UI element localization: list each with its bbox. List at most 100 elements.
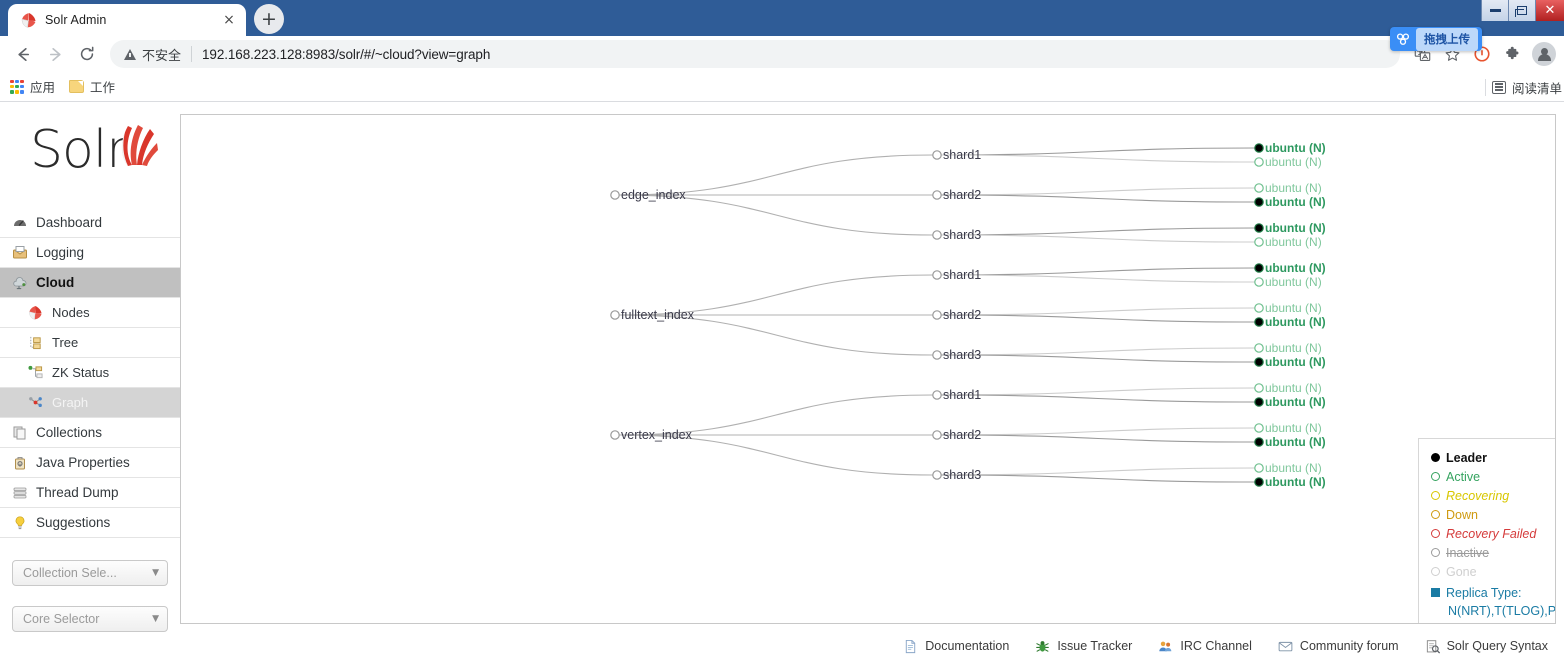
shard-label[interactable]: shard1: [943, 388, 981, 402]
replica-label-leader[interactable]: ubuntu (N): [1265, 435, 1326, 449]
collection-label[interactable]: vertex_index: [621, 428, 692, 442]
replica-node[interactable]: [1254, 157, 1264, 167]
replica-node[interactable]: [1254, 343, 1264, 353]
profile-avatar[interactable]: [1532, 42, 1556, 66]
sidebar-item-dashboard[interactable]: Dashboard: [0, 208, 180, 238]
replica-node-leader[interactable]: [1254, 477, 1264, 487]
replica-label[interactable]: ubuntu (N): [1265, 381, 1322, 395]
shard-label[interactable]: shard2: [943, 428, 981, 442]
replica-label[interactable]: ubuntu (N): [1265, 341, 1322, 355]
leader-dot-icon: [1431, 453, 1440, 462]
replica-node[interactable]: [1254, 303, 1264, 313]
replica-node[interactable]: [1254, 423, 1264, 433]
footer-link-issue-tracker[interactable]: Issue Tracker: [1035, 639, 1132, 654]
address-bar[interactable]: 不安全 192.168.223.128:8983/solr/#/~cloud?v…: [110, 40, 1400, 68]
replica-label[interactable]: ubuntu (N): [1265, 181, 1322, 195]
sidebar-item-logging[interactable]: Logging: [0, 238, 180, 268]
shard-node[interactable]: [932, 430, 942, 440]
sidebar-item-thread-dump[interactable]: Thread Dump: [0, 478, 180, 508]
sidebar-item-cloud[interactable]: Cloud: [0, 268, 180, 298]
shard-node[interactable]: [932, 230, 942, 240]
shard-node[interactable]: [932, 190, 942, 200]
replica-node-leader[interactable]: [1254, 263, 1264, 273]
shard-label[interactable]: shard3: [943, 468, 981, 482]
reload-icon[interactable]: [72, 39, 102, 69]
window-restore-button[interactable]: [1508, 0, 1535, 21]
shard-label[interactable]: shard3: [943, 348, 981, 362]
replica-label-leader[interactable]: ubuntu (N): [1265, 355, 1326, 369]
replica-node[interactable]: [1254, 183, 1264, 193]
forward-icon[interactable]: [40, 39, 70, 69]
bookmark-apps[interactable]: 应用: [10, 77, 55, 96]
replica-label-leader[interactable]: ubuntu (N): [1265, 315, 1326, 329]
shard-node[interactable]: [932, 270, 942, 280]
shard-label[interactable]: shard2: [943, 188, 981, 202]
footer-link-community-forum[interactable]: Community forum: [1278, 639, 1399, 654]
collection-selector[interactable]: Collection Sele... ▼: [12, 560, 168, 586]
replica-label[interactable]: ubuntu (N): [1265, 461, 1322, 475]
sidebar-item-nodes[interactable]: Nodes: [0, 298, 180, 328]
page-content: Solr Dashboard Logging Cloud Nodes Tree …: [0, 102, 1564, 662]
sidebar-item-tree[interactable]: Tree: [0, 328, 180, 358]
sidebar-item-graph[interactable]: Graph: [0, 388, 180, 418]
solr-logo[interactable]: Solr: [0, 110, 180, 202]
shard-node[interactable]: [932, 390, 942, 400]
replica-node-leader[interactable]: [1254, 223, 1264, 233]
replica-node-leader[interactable]: [1254, 143, 1264, 153]
replica-node[interactable]: [1254, 383, 1264, 393]
back-icon[interactable]: [8, 39, 38, 69]
replica-label[interactable]: ubuntu (N): [1265, 275, 1322, 289]
replica-node[interactable]: [1254, 237, 1264, 247]
replica-label[interactable]: ubuntu (N): [1265, 301, 1322, 315]
replica-label-leader[interactable]: ubuntu (N): [1265, 195, 1326, 209]
shard-label[interactable]: shard1: [943, 148, 981, 162]
shard-node[interactable]: [932, 310, 942, 320]
window-minimize-button[interactable]: [1481, 0, 1508, 21]
extensions-puzzle-icon[interactable]: [1498, 40, 1526, 68]
replica-node[interactable]: [1254, 277, 1264, 287]
shard-node[interactable]: [932, 350, 942, 360]
replica-label-leader[interactable]: ubuntu (N): [1265, 221, 1326, 235]
sidebar-item-suggestions[interactable]: Suggestions: [0, 508, 180, 538]
replica-label-leader[interactable]: ubuntu (N): [1265, 261, 1326, 275]
graph-canvas: [610, 143, 1264, 487]
replica-label[interactable]: ubuntu (N): [1265, 421, 1322, 435]
dashboard-icon: [12, 215, 28, 231]
replica-label-leader[interactable]: ubuntu (N): [1265, 475, 1326, 489]
replica-label[interactable]: ubuntu (N): [1265, 235, 1322, 249]
collection-label[interactable]: edge_index: [621, 188, 686, 202]
sidebar-item-collections[interactable]: Collections: [0, 418, 180, 448]
replica-node-leader[interactable]: [1254, 197, 1264, 207]
shard-node[interactable]: [932, 150, 942, 160]
window-close-button[interactable]: ✕: [1535, 0, 1564, 21]
core-selector[interactable]: Core Selector ▼: [12, 606, 168, 632]
replica-node-leader[interactable]: [1254, 397, 1264, 407]
footer-link-solr-query-syntax[interactable]: Solr Query Syntax: [1425, 639, 1548, 654]
replica-node-leader[interactable]: [1254, 317, 1264, 327]
new-tab-button[interactable]: +: [254, 4, 284, 34]
bookmark-work-folder[interactable]: 工作: [69, 77, 115, 96]
collection-node[interactable]: [610, 190, 620, 200]
netdisk-upload-tooltip[interactable]: 拖拽上传: [1390, 27, 1482, 51]
collection-label[interactable]: fulltext_index: [621, 308, 694, 322]
tab-solr-admin[interactable]: Solr Admin ×: [8, 4, 246, 36]
footer-link-irc-channel[interactable]: IRC Channel: [1158, 639, 1252, 654]
shard-label[interactable]: shard3: [943, 228, 981, 242]
collection-node[interactable]: [610, 430, 620, 440]
replica-node-leader[interactable]: [1254, 357, 1264, 367]
replica-node-leader[interactable]: [1254, 437, 1264, 447]
replica-label-leader[interactable]: ubuntu (N): [1265, 141, 1326, 155]
replica-node[interactable]: [1254, 463, 1264, 473]
collection-node[interactable]: [610, 310, 620, 320]
reading-list-entry[interactable]: 阅读清单: [1484, 72, 1564, 102]
sidebar-item-zk-status[interactable]: ZK Status: [0, 358, 180, 388]
replica-label[interactable]: ubuntu (N): [1265, 155, 1322, 169]
shard-node[interactable]: [932, 470, 942, 480]
shard-label[interactable]: shard2: [943, 308, 981, 322]
tab-close-icon[interactable]: ×: [220, 11, 238, 29]
footer-link-documentation[interactable]: Documentation: [903, 639, 1009, 654]
reading-list-label: 阅读清单: [1511, 81, 1562, 96]
sidebar-item-java-properties[interactable]: Java Properties: [0, 448, 180, 478]
replica-label-leader[interactable]: ubuntu (N): [1265, 395, 1326, 409]
shard-label[interactable]: shard1: [943, 268, 981, 282]
